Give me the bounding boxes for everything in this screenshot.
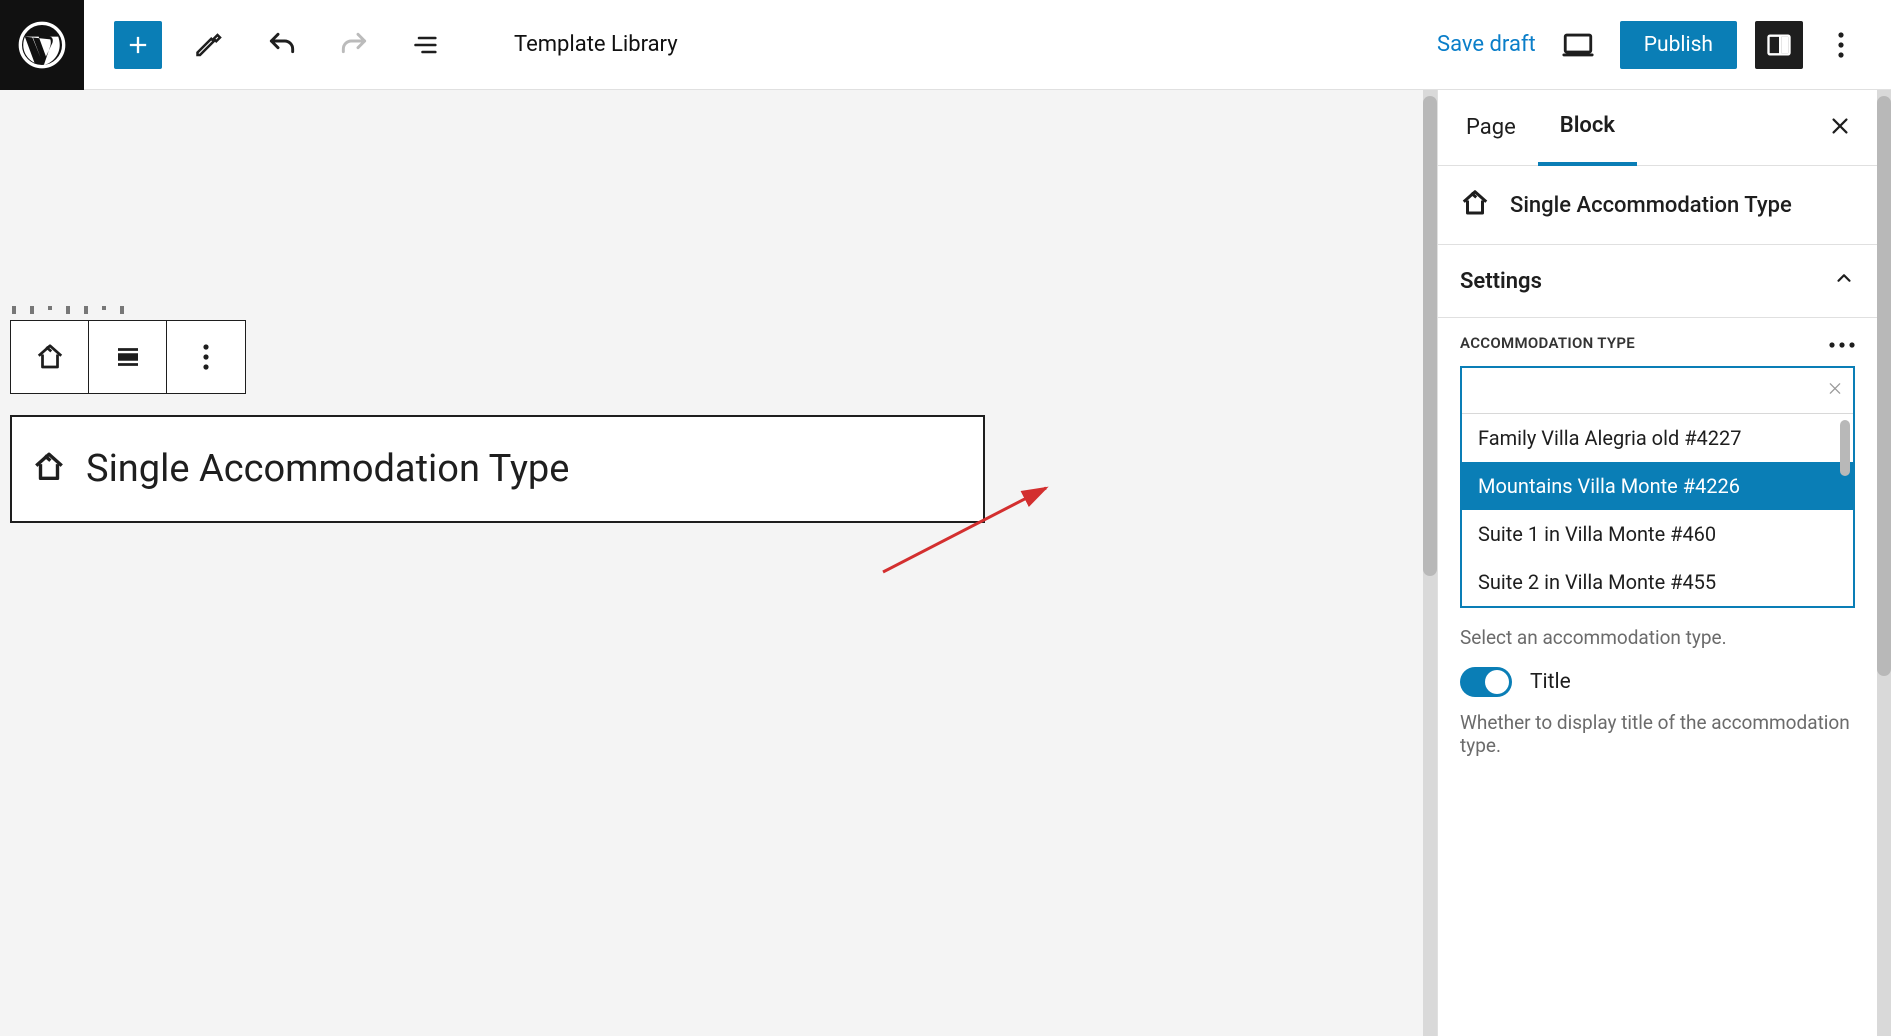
accommodation-option[interactable]: Suite 2 in Villa Monte #455 xyxy=(1462,558,1853,606)
sidebar-block-name: Single Accommodation Type xyxy=(1510,193,1792,218)
template-library-label[interactable]: Template Library xyxy=(514,32,678,57)
accommodation-type-block[interactable]: Single Accommodation Type xyxy=(10,415,985,523)
tab-block[interactable]: Block xyxy=(1538,90,1637,166)
title-toggle-label: Title xyxy=(1530,670,1571,694)
page-scrollbar-thumb[interactable] xyxy=(1877,96,1891,676)
workspace: Single Accommodation Type Page Block xyxy=(0,90,1891,1036)
save-draft-button[interactable]: Save draft xyxy=(1437,32,1536,57)
redo-button[interactable] xyxy=(330,21,378,69)
preview-button[interactable] xyxy=(1554,21,1602,69)
title-toggle-help-text: Whether to display title of the accommod… xyxy=(1438,701,1877,765)
block-align-button[interactable] xyxy=(89,321,167,393)
accommodation-type-help-text: Select an accommodation type. xyxy=(1438,608,1877,657)
toolbar-left-group: Template Library xyxy=(84,21,708,69)
canvas-scrollbar-thumb[interactable] xyxy=(1423,96,1437,576)
accommodation-type-label: ACCOMMODATION TYPE xyxy=(1460,334,1635,352)
options-scrollbar-thumb[interactable] xyxy=(1840,420,1850,476)
block-type-button[interactable] xyxy=(11,321,89,393)
block-identification: Single Accommodation Type xyxy=(1438,166,1877,245)
accommodation-option[interactable]: Mountains Villa Monte #4226 xyxy=(1462,462,1853,510)
title-toggle-row: Title xyxy=(1438,657,1877,701)
document-overview-button[interactable] xyxy=(402,21,450,69)
accommodation-type-combobox[interactable]: Family Villa Alegria old #4227 Mountains… xyxy=(1460,366,1855,608)
sidebar-tabs: Page Block xyxy=(1438,90,1877,166)
title-toggle[interactable] xyxy=(1460,667,1512,697)
accommodation-option[interactable]: Suite 1 in Villa Monte #460 xyxy=(1462,510,1853,558)
options-menu-button[interactable] xyxy=(1821,21,1861,69)
wordpress-logo[interactable] xyxy=(0,0,84,90)
accommodation-type-search-input[interactable] xyxy=(1462,368,1853,414)
close-sidebar-button[interactable] xyxy=(1809,115,1871,141)
settings-heading-text: Settings xyxy=(1460,269,1542,294)
edit-tools-button[interactable] xyxy=(186,21,234,69)
toolbar-right-group: Save draft Publish xyxy=(1437,21,1891,69)
settings-panel-toggle[interactable] xyxy=(1755,21,1803,69)
accommodation-type-field-header: ACCOMMODATION TYPE xyxy=(1438,318,1877,366)
tab-page[interactable]: Page xyxy=(1444,91,1538,164)
accommodation-type-options-list: Family Villa Alegria old #4227 Mountains… xyxy=(1462,414,1853,606)
chevron-up-icon xyxy=(1833,267,1855,295)
block-more-button[interactable] xyxy=(167,321,245,393)
block-toolbar xyxy=(10,320,246,394)
accommodation-option[interactable]: Family Villa Alegria old #4227 xyxy=(1462,414,1853,462)
block-placeholder-title: Single Accommodation Type xyxy=(86,447,569,491)
editor-canvas[interactable]: Single Accommodation Type xyxy=(0,90,1423,1036)
add-block-button[interactable] xyxy=(114,21,162,69)
inspector-sidebar: Page Block Single Accommodation Type Set… xyxy=(1437,90,1877,1036)
page-scrollbar[interactable] xyxy=(1877,90,1891,1036)
editor-topbar: Template Library Save draft Publish xyxy=(0,0,1891,90)
clear-input-button[interactable] xyxy=(1827,380,1843,401)
canvas-scrollbar[interactable] xyxy=(1423,90,1437,1036)
home-icon xyxy=(1460,188,1490,222)
home-icon xyxy=(32,450,66,488)
block-resize-handles xyxy=(12,306,124,314)
undo-button[interactable] xyxy=(258,21,306,69)
settings-panel-header[interactable]: Settings xyxy=(1438,245,1877,318)
field-options-button[interactable] xyxy=(1829,334,1855,352)
publish-button[interactable]: Publish xyxy=(1620,21,1737,69)
